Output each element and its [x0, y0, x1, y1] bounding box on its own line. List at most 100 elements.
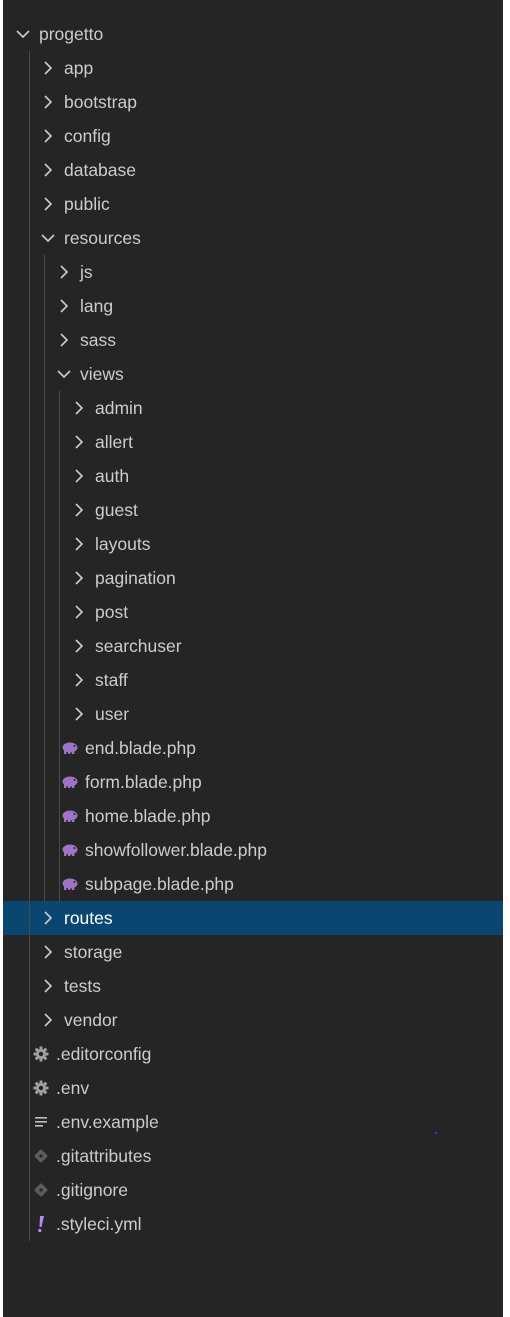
chevron-right-icon	[70, 501, 88, 519]
chevron-right-icon	[39, 977, 57, 995]
tree-folder-searchuser[interactable]: searchuser	[3, 629, 503, 663]
chevron-right-icon	[70, 603, 88, 621]
chevron-right-icon	[70, 671, 88, 689]
chevron-right-icon	[70, 569, 88, 587]
tree-item-label: views	[80, 364, 124, 384]
chevron-right-icon	[55, 331, 73, 349]
chevron-right-icon	[39, 161, 57, 179]
chevron-right-icon	[39, 195, 57, 213]
chevron-right-icon	[70, 433, 88, 451]
tree-item-label: admin	[95, 398, 143, 418]
tree-folder-views[interactable]: views	[3, 357, 503, 391]
tree-file-form-blade-php[interactable]: form.blade.php	[3, 765, 503, 799]
tree-file-dot-editorconfig[interactable]: .editorconfig	[3, 1037, 503, 1071]
tree-folder-tests[interactable]: tests	[3, 969, 503, 1003]
tree-root-progetto[interactable]: progetto	[3, 17, 503, 51]
stray-pixel	[435, 1132, 437, 1134]
chevron-right-icon	[39, 127, 57, 145]
tree-file-dot-env-example[interactable]: .env.example	[3, 1105, 503, 1139]
text-lines-icon	[32, 1113, 50, 1131]
tree-root-label: progetto	[39, 24, 104, 44]
tree-item-label: js	[80, 262, 93, 282]
tree-file-dot-env[interactable]: .env	[3, 1071, 503, 1105]
tree-item-label: layouts	[95, 534, 151, 554]
tree-item-label: end.blade.php	[85, 738, 196, 758]
tree-item-label: tests	[64, 976, 101, 996]
git-diamond-icon	[32, 1147, 50, 1165]
indent-guide-root	[29, 51, 30, 1241]
chevron-down-icon	[14, 25, 32, 43]
tree-item-label: subpage.blade.php	[85, 874, 234, 894]
tree-item-label: app	[64, 58, 94, 78]
tree-folder-vendor[interactable]: vendor	[3, 1003, 503, 1037]
tree-item-label: showfollower.blade.php	[85, 840, 267, 860]
tree-folder-pagination[interactable]: pagination	[3, 561, 503, 595]
tree-item-label: .gitignore	[56, 1180, 128, 1200]
tree-item-label: post	[95, 602, 129, 622]
tree-folder-routes[interactable]: routes	[3, 901, 503, 935]
file-explorer: progetto app bootstrap config database publi…	[3, 0, 503, 1317]
indent-guide-resources	[44, 255, 45, 901]
chevron-right-icon	[39, 1011, 57, 1029]
chevron-right-icon	[70, 637, 88, 655]
tree-folder-storage[interactable]: storage	[3, 935, 503, 969]
tree-item-label: .env	[56, 1078, 90, 1098]
tree-item-label: sass	[80, 330, 116, 350]
tree-folder-lang[interactable]: lang	[3, 289, 503, 323]
tree-folder-sass[interactable]: sass	[3, 323, 503, 357]
gear-icon	[32, 1079, 50, 1097]
tree-folder-guest[interactable]: guest	[3, 493, 503, 527]
chevron-right-icon	[55, 297, 73, 315]
tree-folder-staff[interactable]: staff	[3, 663, 503, 697]
tree-folder-public[interactable]: public	[3, 187, 503, 221]
tree-item-label: .editorconfig	[56, 1044, 152, 1064]
tree-file-dot-gitignore[interactable]: .gitignore	[3, 1173, 503, 1207]
gear-icon	[32, 1045, 50, 1063]
chevron-right-icon	[39, 59, 57, 77]
tree-folder-post[interactable]: post	[3, 595, 503, 629]
tree-folder-admin[interactable]: admin	[3, 391, 503, 425]
file-tree: progetto app bootstrap config database publi…	[3, 17, 503, 1241]
tree-file-end-blade-php[interactable]: end.blade.php	[3, 731, 503, 765]
php-elephant-icon	[61, 841, 79, 859]
chevron-right-icon	[70, 535, 88, 553]
tree-item-label: config	[64, 126, 111, 146]
tree-item-label: .gitattributes	[56, 1146, 152, 1166]
tree-file-subpage-blade-php[interactable]: subpage.blade.php	[3, 867, 503, 901]
tree-folder-database[interactable]: database	[3, 153, 503, 187]
yaml-exclamation-icon	[32, 1215, 50, 1233]
php-elephant-icon	[61, 739, 79, 757]
tree-folder-layouts[interactable]: layouts	[3, 527, 503, 561]
tree-item-label: user	[95, 704, 130, 724]
chevron-right-icon	[39, 909, 57, 927]
php-elephant-icon	[61, 807, 79, 825]
tree-folder-allert[interactable]: allert	[3, 425, 503, 459]
chevron-right-icon	[39, 93, 57, 111]
tree-folder-app[interactable]: app	[3, 51, 503, 85]
tree-item-label: vendor	[64, 1010, 118, 1030]
tree-file-home-blade-php[interactable]: home.blade.php	[3, 799, 503, 833]
indent-guide-views	[59, 391, 60, 901]
tree-item-label: allert	[95, 432, 133, 452]
chevron-down-icon	[55, 365, 73, 383]
tree-item-label: resources	[64, 228, 141, 248]
tree-folder-resources[interactable]: resources	[3, 221, 503, 255]
chevron-right-icon	[70, 705, 88, 723]
tree-folder-bootstrap[interactable]: bootstrap	[3, 85, 503, 119]
tree-item-label: bootstrap	[64, 92, 137, 112]
tree-file-dot-styleci-yml[interactable]: .styleci.yml	[3, 1207, 503, 1241]
tree-file-showfollower-blade-php[interactable]: showfollower.blade.php	[3, 833, 503, 867]
tree-item-label: pagination	[95, 568, 176, 588]
tree-item-label: storage	[64, 942, 123, 962]
chevron-right-icon	[55, 263, 73, 281]
tree-item-label: .styleci.yml	[56, 1214, 142, 1234]
tree-item-label: guest	[95, 500, 138, 520]
tree-item-label: routes	[64, 908, 113, 928]
tree-folder-auth[interactable]: auth	[3, 459, 503, 493]
php-elephant-icon	[61, 773, 79, 791]
tree-folder-user[interactable]: user	[3, 697, 503, 731]
tree-file-dot-gitattributes[interactable]: .gitattributes	[3, 1139, 503, 1173]
tree-folder-config[interactable]: config	[3, 119, 503, 153]
chevron-down-icon	[39, 229, 57, 247]
tree-folder-js[interactable]: js	[3, 255, 503, 289]
